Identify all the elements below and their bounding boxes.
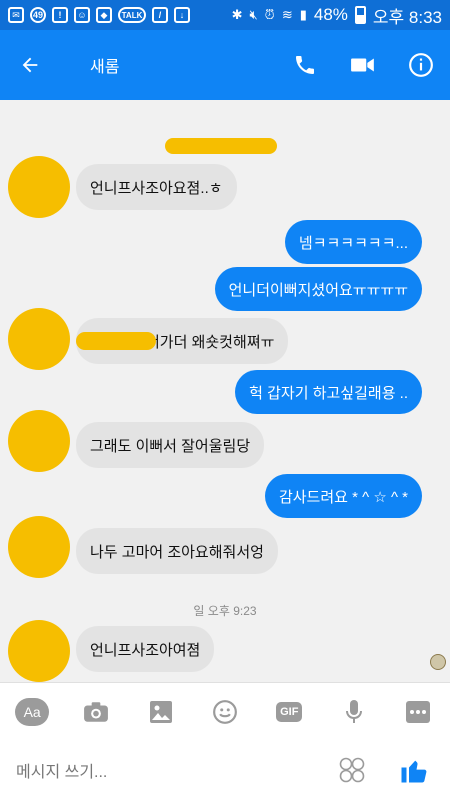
clock: 오후 8:33 [372,7,442,27]
redacted-name [76,332,156,350]
message-bubble[interactable]: 그래도 이뻐서 잘어울림당 [76,422,265,468]
avatar[interactable] [8,620,70,682]
phone-icon[interactable] [276,30,334,100]
app-bar: 새롬 [0,30,450,100]
broom-icon: / [152,7,168,23]
mail-icon: ✉ [8,7,24,23]
avatar[interactable] [8,516,70,578]
message-text: 너가더 왜숏컷해쪄ㅠ [146,333,275,351]
more-icon[interactable] [398,692,438,732]
avatar[interactable] [8,308,70,370]
text-format-icon[interactable]: Aa [12,692,52,732]
gif-label: GIF [276,701,303,722]
chat-top-gap [0,100,450,112]
gif-icon[interactable]: GIF [269,692,309,732]
thumbs-up-icon[interactable] [392,748,436,792]
talk-icon: TALK [118,7,146,23]
alarm-icon: ⏰︎ [264,7,275,22]
chat-area[interactable]: 언니프사조아요졈..ㅎ 넴ㅋㅋㅋㅋㅋㅋ... 언니더이뻐지셨어요ㅠㅠㅠㅠ 너가더… [0,112,450,682]
message-bubble[interactable]: 넴ㅋㅋㅋㅋㅋㅋ... [284,220,422,264]
message-bubble[interactable]: 언니더이뻐지셨어요ㅠㅠㅠㅠ [214,267,422,311]
aa-label: Aa [15,697,50,726]
emoji-icon[interactable] [205,692,245,732]
face-icon: ☺ [74,7,90,23]
status-bar: ✉ 49 ! ☺ ◆ TALK / ↓ ✱ 🔇︎ ⏰︎ ≋ ▮ 48% 오후 8… [0,0,450,30]
back-arrow-icon[interactable] [0,30,60,100]
avatar[interactable] [8,410,70,472]
signal-icon: ▮ [299,7,307,22]
microphone-icon[interactable] [334,692,374,732]
notification-count-badge: 49 [30,7,46,23]
video-icon[interactable] [334,30,392,100]
bluetooth-icon: ✱ [231,7,243,22]
composer-toolbar: Aa GIF [0,682,450,740]
redacted-name [165,138,277,154]
stickers-icon[interactable] [332,750,372,790]
message-text: 나두 고마어 조아요해줘서엉 [90,543,264,561]
camera-icon[interactable] [76,692,116,732]
message-text: 그래도 이뻐서 잘어울림당 [90,437,251,455]
avatar[interactable] [8,156,70,218]
battery-icon [354,6,366,24]
download-icon: ↓ [174,7,190,23]
message-text: 언니더이뻐지셨어요ㅠㅠㅠㅠ [228,281,408,299]
message-bubble[interactable]: 감사드려요 * ^ ☆ ^ * [264,474,422,518]
message-bubble[interactable]: 나두 고마어 조아요해줘서엉 [76,528,278,574]
notification-count: 49 [32,10,43,20]
battery-level: 48% [313,5,348,24]
info-icon[interactable] [392,30,450,100]
timestamp: 일 오후 9:23 [193,604,257,618]
message-bubble[interactable]: 언니프사조아요졈..ㅎ [76,164,237,210]
message-bubble[interactable]: 언니프사조아여졈 [76,626,215,672]
image-icon[interactable] [141,692,181,732]
mute-icon: 🔇︎ [249,7,258,22]
message-text: 언니프사조아여졈 [90,641,201,659]
message-text: 언니프사조아요졈..ㅎ [90,179,223,197]
message-text: 감사드려요 * ^ ☆ ^ * [278,488,408,506]
message-bubble[interactable]: 헉 갑자기 하고싶길래용 .. [235,370,422,414]
alert-icon: ! [52,7,68,23]
message-composer: 메시지 쓰기... [0,740,450,800]
pill-icon: ◆ [96,7,112,23]
seen-indicator-avatar [430,654,446,670]
message-text: 넴ㅋㅋㅋㅋㅋㅋ... [298,234,408,252]
conversation-title[interactable]: 새롬 [90,53,276,77]
message-input[interactable]: 메시지 쓰기... [0,758,332,782]
wifi-icon: ≋ [281,7,293,22]
message-text: 헉 갑자기 하고싶길래용 .. [249,384,408,402]
